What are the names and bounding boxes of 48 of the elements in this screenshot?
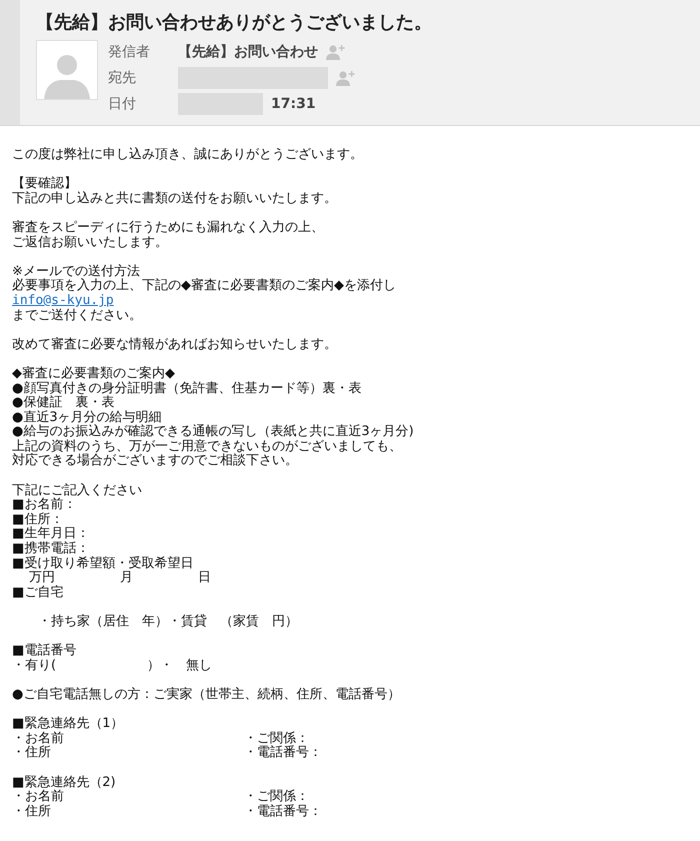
- field-label: ・電話番号：: [244, 746, 322, 761]
- email-link[interactable]: info@s-kyu.jp: [12, 292, 114, 308]
- body-text: ◆審査に必要書類のご案内◆: [12, 366, 175, 381]
- field-label: ・住所: [12, 745, 51, 760]
- body-text: ●ご自宅電話無しの方：ご実家（世帯主、続柄、住所、電話番号）: [12, 688, 400, 703]
- email-subject: 【先給】お問い合わせありがとうございました。: [36, 11, 433, 34]
- body-text: ■ご自宅: [12, 586, 64, 600]
- field-label: ・住所: [12, 804, 51, 819]
- body-text: ※メールでの送付方法: [12, 264, 140, 279]
- body-text: ■携帯電話：: [12, 542, 90, 556]
- body-text: 審査をスピーディに行うためにも漏れなく入力の上、: [12, 220, 324, 235]
- field-label: ・電話番号：: [244, 804, 322, 820]
- body-text: までご送付ください。: [12, 308, 142, 324]
- body-text: ■受け取り希望額・受取希望日: [12, 556, 194, 571]
- body-text: 対応できる場合がございますのでご相談下さい。: [12, 454, 298, 470]
- body-text: ■住所：: [12, 512, 64, 527]
- body-text: ■緊急連絡先（2): [12, 776, 116, 790]
- body-text: ■電話番号: [12, 644, 76, 658]
- date-time: 17:31: [271, 96, 316, 112]
- body-text: ●顔写真付きの身分証明書（免許書、住基カード等）裏・表: [12, 382, 362, 396]
- field-label: ・お名前: [12, 730, 64, 746]
- body-text: 下記の申し込みと共に書類の送付をお願いいたします。: [12, 192, 337, 206]
- field-label: ・ご関係：: [244, 790, 309, 804]
- sender-name: 【先給】お問い合わせ: [178, 43, 318, 61]
- field-label: 発信者: [108, 43, 151, 61]
- body-text: 上記の資料のうち、万が一ご用意できないものがございましても、: [12, 440, 402, 454]
- body-text: ・有り( ）・ 無し: [12, 658, 212, 674]
- body-text: ■お名前：: [12, 498, 76, 512]
- body-text: ・持ち家（居住 年）・賃貸 （家賃 円）: [37, 615, 298, 630]
- field-label: ・お名前: [12, 789, 64, 804]
- body-text: この度は弊社に申し込み頂き、誠にありがとうございます。: [12, 148, 363, 163]
- body-text: ●給与のお振込みが確認できる通帳の写し（表紙と共に直近3ヶ月分): [12, 425, 414, 440]
- field-label: 宛先: [108, 69, 137, 87]
- body-text: ●保健証 裏・表: [12, 396, 114, 410]
- body-text: 【要確認】: [12, 177, 77, 192]
- add-contact-icon[interactable]: [326, 44, 346, 60]
- body-text: ●直近3ヶ月分の給与明細: [12, 410, 162, 425]
- body-text: ■緊急連絡先（1）: [12, 717, 124, 732]
- body-text: 下記にご記入ください: [12, 484, 142, 498]
- body-text: ご返信お願いいたします。: [12, 236, 168, 250]
- avatar-icon: [36, 40, 98, 100]
- body-text: 必要事項を入力の上、下記の◆審査に必要書類のご案内◆を添付し: [12, 279, 396, 294]
- field-label: ・ご関係：: [244, 732, 309, 746]
- field-label: 日付: [108, 95, 137, 113]
- body-text: ■生年月日：: [12, 527, 90, 542]
- body-text: 万円 月 日: [28, 571, 212, 586]
- add-contact-icon[interactable]: [336, 70, 356, 86]
- body-text: 改めて審査に必要な情報があればお知らせいたします。: [12, 338, 337, 352]
